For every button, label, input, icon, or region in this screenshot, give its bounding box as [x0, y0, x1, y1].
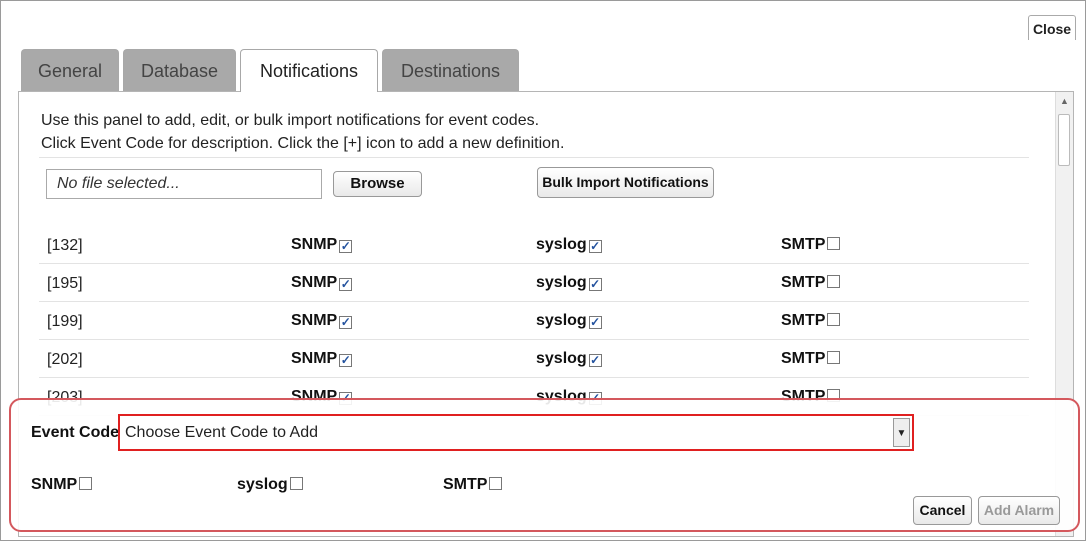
snmp-label: SNMP	[291, 350, 338, 367]
table-row: [199] SNMP ✓ syslog ✓ SMTP	[39, 302, 1029, 340]
smtp-label: SMTP	[781, 350, 826, 367]
chevron-down-icon[interactable]: ▼	[893, 418, 910, 447]
event-code-select[interactable]: Choose Event Code to Add ▼	[118, 414, 914, 451]
divider	[39, 157, 1029, 158]
syslog-label: syslog	[536, 236, 587, 253]
smtp-checkbox[interactable]	[827, 237, 841, 250]
smtp-label: SMTP	[443, 476, 488, 493]
snmp-option: SNMP✓	[291, 236, 353, 254]
event-code-label: Event Code	[31, 424, 120, 441]
smtp-label: SMTP	[781, 312, 826, 329]
event-code-link[interactable]: [202]	[47, 351, 83, 369]
syslog-checkbox[interactable]: ✓	[588, 316, 602, 329]
snmp-label: SNMP	[31, 476, 78, 493]
description-line-1: Use this panel to add, edit, or bulk imp…	[41, 112, 540, 129]
snmp-checkbox[interactable]: ✓	[339, 316, 353, 329]
tab-destinations[interactable]: Destinations	[382, 49, 519, 91]
tab-general[interactable]: General	[21, 49, 119, 91]
snmp-checkbox[interactable]: ✓	[339, 278, 353, 291]
table-row: [195] SNMP ✓ syslog ✓ SMTP	[39, 264, 1029, 302]
snmp-option: SNMP✓	[291, 274, 353, 292]
cancel-button[interactable]: Cancel	[913, 496, 972, 525]
snmp-label: SNMP	[291, 236, 338, 253]
add-alarm-button[interactable]: Add Alarm	[978, 496, 1060, 525]
syslog-label: syslog	[536, 350, 587, 367]
settings-dialog: Close General Database Notifications Des…	[0, 0, 1086, 541]
event-code-link[interactable]: [199]	[47, 313, 83, 331]
smtp-option: SMTP	[781, 350, 841, 368]
scrollbar-thumb[interactable]	[1058, 114, 1070, 166]
close-button[interactable]: Close	[1028, 15, 1076, 40]
snmp-checkbox[interactable]	[79, 477, 93, 490]
scroll-up-icon[interactable]: ▲	[1056, 93, 1073, 110]
description-line-2: Click Event Code for description. Click …	[41, 135, 565, 152]
file-input[interactable]: No file selected...	[46, 169, 322, 199]
syslog-option: syslog✓	[536, 236, 602, 254]
tab-notifications[interactable]: Notifications	[240, 49, 378, 92]
event-code-select-value: Choose Event Code to Add	[125, 424, 319, 441]
add-notification-form: Event Code Choose Event Code to Add ▼ SN…	[9, 398, 1080, 532]
smtp-checkbox[interactable]	[827, 313, 841, 326]
snmp-option: SNMP✓	[291, 312, 353, 330]
smtp-option: SMTP	[781, 236, 841, 254]
syslog-checkbox[interactable]: ✓	[588, 240, 602, 253]
table-row: [132] SNMP ✓ syslog ✓ SMTP	[39, 226, 1029, 264]
table-row: [202] SNMP ✓ syslog ✓ SMTP	[39, 340, 1029, 378]
syslog-checkbox[interactable]: ✓	[588, 278, 602, 291]
syslog-label: syslog	[536, 312, 587, 329]
snmp-option: SNMP✓	[291, 350, 353, 368]
snmp-label: SNMP	[291, 312, 338, 329]
snmp-option: SNMP	[31, 476, 93, 494]
smtp-label: SMTP	[781, 236, 826, 253]
syslog-label: syslog	[237, 476, 288, 493]
snmp-label: SNMP	[291, 274, 338, 291]
smtp-option: SMTP	[443, 476, 503, 494]
smtp-option: SMTP	[781, 312, 841, 330]
syslog-option: syslog✓	[536, 312, 602, 330]
tab-database[interactable]: Database	[123, 49, 236, 91]
event-code-link[interactable]: [195]	[47, 275, 83, 293]
syslog-label: syslog	[536, 274, 587, 291]
syslog-checkbox[interactable]	[289, 477, 303, 490]
snmp-checkbox[interactable]: ✓	[339, 240, 353, 253]
smtp-option: SMTP	[781, 274, 841, 292]
syslog-checkbox[interactable]: ✓	[588, 354, 602, 367]
snmp-checkbox[interactable]: ✓	[339, 354, 353, 367]
syslog-option: syslog✓	[536, 350, 602, 368]
smtp-label: SMTP	[781, 274, 826, 291]
smtp-checkbox[interactable]	[827, 351, 841, 364]
browse-button[interactable]: Browse	[333, 171, 422, 197]
event-code-link[interactable]: [132]	[47, 237, 83, 255]
panel-description: Use this panel to add, edit, or bulk imp…	[41, 109, 564, 155]
syslog-option: syslog✓	[536, 274, 602, 292]
syslog-option: syslog	[237, 476, 303, 494]
smtp-checkbox[interactable]	[827, 275, 841, 288]
bulk-import-button[interactable]: Bulk Import Notifications	[537, 167, 714, 198]
smtp-checkbox[interactable]	[489, 477, 503, 490]
